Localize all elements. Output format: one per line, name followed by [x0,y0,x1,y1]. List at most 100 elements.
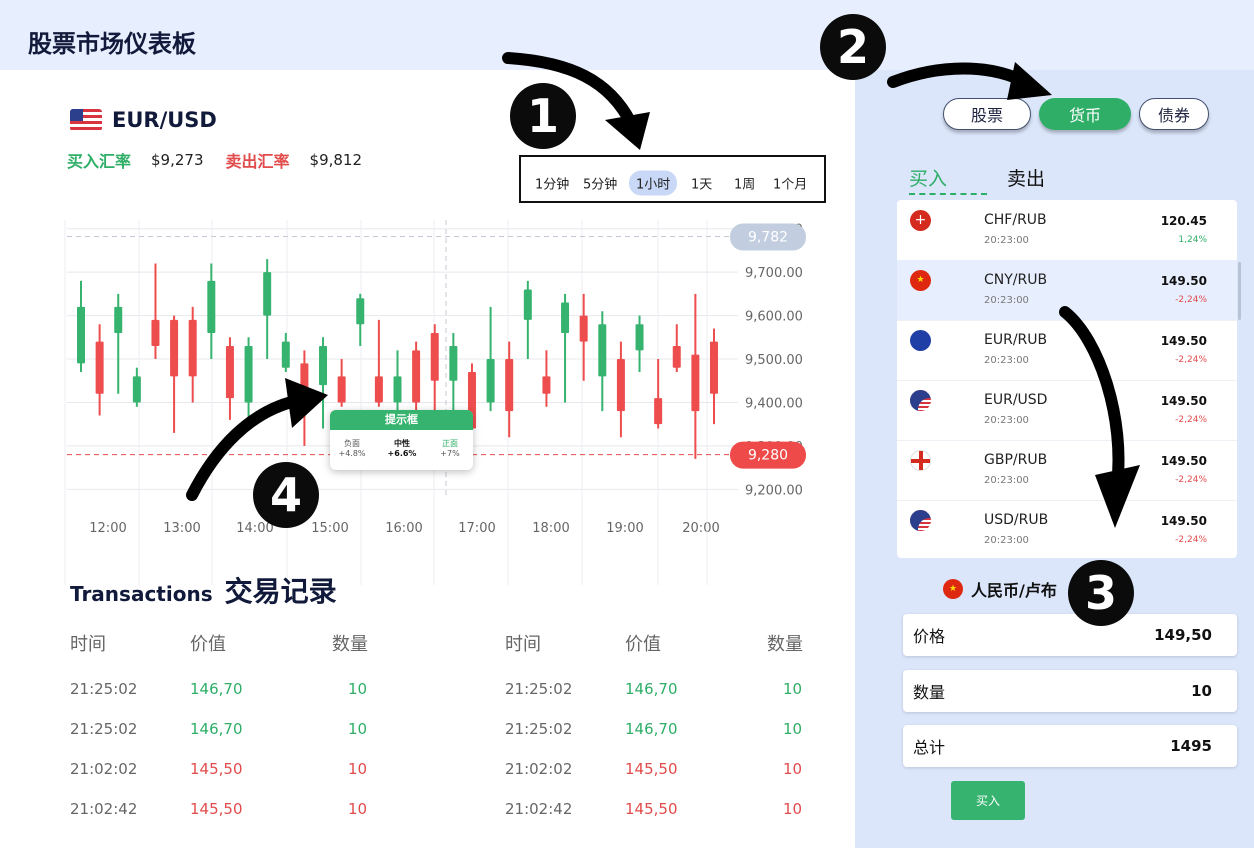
tooltip-title: 提示框 [330,410,473,430]
tx-value: 145,50 [190,800,243,818]
candle-body [95,341,104,394]
candle-body [654,398,663,425]
candle-body [244,345,253,403]
tx-qty: 10 [783,720,803,738]
tooltip-negative-value: +4.8% [338,449,366,458]
tooltip-neutral: 中性 +6.6% [382,438,422,458]
currency-change: 1,24% [1178,235,1207,245]
candle-body [430,332,439,381]
candle-body [505,359,514,412]
tx-time: 21:02:02 [505,760,573,778]
tx-value: 146,70 [625,680,678,698]
candle-body [579,315,588,342]
candle-body [319,345,328,386]
price-label: 价格 [913,627,946,646]
currency-change: -2,24% [1175,295,1207,305]
candle-body [114,306,123,333]
candle-body [542,376,551,394]
candle-body [132,376,141,403]
callout-2: 2 [820,14,886,80]
currency-row-eur-rub[interactable]: EUR/RUB 20:23:00 149.50 -2,24% [897,320,1237,381]
tx-header-2: 数量 [332,634,368,655]
candle-body [225,345,234,399]
price-field[interactable]: 价格 149,50 [903,614,1237,656]
tx-qty: 10 [348,680,368,698]
segment-bonds[interactable]: 债券 [1139,98,1209,130]
currency-time: 20:23:00 [984,475,1029,486]
x-tick-label: 20:00 [682,521,719,536]
currency-change: -2,24% [1175,415,1207,425]
low-price-text: 9,280 [748,448,788,464]
tx-header-1: 价值 [190,634,226,655]
candle-body [393,376,402,403]
transactions-heading: Transactions 交易记录 [70,570,337,610]
currency-price: 120.45 [1160,214,1207,228]
tx-value: 145,50 [625,800,678,818]
tx-time: 21:25:02 [70,720,138,738]
currency-row-chf-rub[interactable]: + CHF/RUB 20:23:00 120.45 1,24% [897,200,1237,261]
candle-body [170,319,179,377]
candle-body [616,359,625,412]
currency-price: 149.50 [1160,514,1207,528]
callout-1: 1 [510,83,576,149]
tx-header-2: 数量 [767,634,803,655]
chart-tooltip: 提示框 负面 +4.8% 中性 +6.6% 正面 +7% [330,410,473,470]
currency-price: 149.50 [1160,334,1207,348]
candle-body [281,341,290,368]
china-flag-icon: ★ [910,270,931,291]
transactions-title-en: Transactions [70,582,213,606]
quantity-field[interactable]: 数量 10 [903,670,1237,712]
tab-buy[interactable]: 买入 [909,164,987,195]
currency-pair: EUR/USD [984,392,1048,408]
x-tick-label: 16:00 [385,521,422,536]
currency-row-eur-usd[interactable]: EUR/USD 20:23:00 149.50 -2,24% [897,380,1237,441]
candle-body [691,354,700,412]
tooltip-negative-label: 负面 [344,439,360,448]
candle-body [188,319,197,377]
x-tick-label: 17:00 [458,521,495,536]
transactions-title-zh: 交易记录 [224,575,337,608]
eu-flag-icon [910,330,931,351]
switzerland-flag-icon: + [910,210,931,231]
tx-qty: 10 [348,720,368,738]
currency-time: 20:23:00 [984,295,1029,306]
list-scrollbar[interactable] [1238,262,1241,320]
candle-body [207,280,216,333]
tx-value: 146,70 [190,680,243,698]
tooltip-neutral-label: 中性 [394,439,410,448]
candle-body [412,350,421,403]
currency-price: 149.50 [1160,394,1207,408]
total-value: 1495 [1170,737,1212,755]
currency-row-usd-rub[interactable]: USD/RUB 20:23:00 149.50 -2,24% [897,500,1237,558]
candle-body [263,272,272,316]
tx-time: 21:02:42 [70,800,138,818]
currency-time: 20:23:00 [984,535,1029,546]
currency-row-cny-rub[interactable]: ★ CNY/RUB 20:23:00 149.50 -2,24% [897,260,1237,321]
tx-value: 146,70 [190,720,243,738]
currency-change: -2,24% [1175,535,1207,545]
candle-body [486,359,495,403]
y-tick-label: 9,700.00 [745,266,803,281]
currency-row-gbp-rub[interactable]: GBP/RUB 20:23:00 149.50 -2,24% [897,440,1237,501]
currency-pair: CNY/RUB [984,272,1048,288]
tx-time: 21:02:42 [505,800,573,818]
x-tick-label: 13:00 [163,521,200,536]
tx-time: 21:25:02 [70,680,138,698]
candle-body [598,324,607,377]
tab-sell[interactable]: 卖出 [1007,164,1045,191]
currency-change: -2,24% [1175,475,1207,485]
buy-button[interactable]: 买入 [951,781,1025,820]
tooltip-negative: 负面 +4.8% [332,438,372,458]
segment-stocks[interactable]: 股票 [943,98,1031,130]
x-tick-label: 12:00 [89,521,126,536]
candle-body [710,341,718,394]
total-field: 总计 1495 [903,725,1237,767]
currency-price: 149.50 [1160,454,1207,468]
candle-body [449,345,458,381]
currency-list: + CHF/RUB 20:23:00 120.45 1,24% ★ CNY/RUB 20:23… [897,200,1237,558]
segment-currency[interactable]: 货币 [1039,98,1131,130]
candle-body [300,363,309,390]
candle-body [523,289,532,320]
currency-pair: GBP/RUB [984,452,1048,468]
transactions-table-right: 时间 价值 数量 21:25:02 146,70 10 21:25:02 146,70 10 21… [505,630,835,830]
